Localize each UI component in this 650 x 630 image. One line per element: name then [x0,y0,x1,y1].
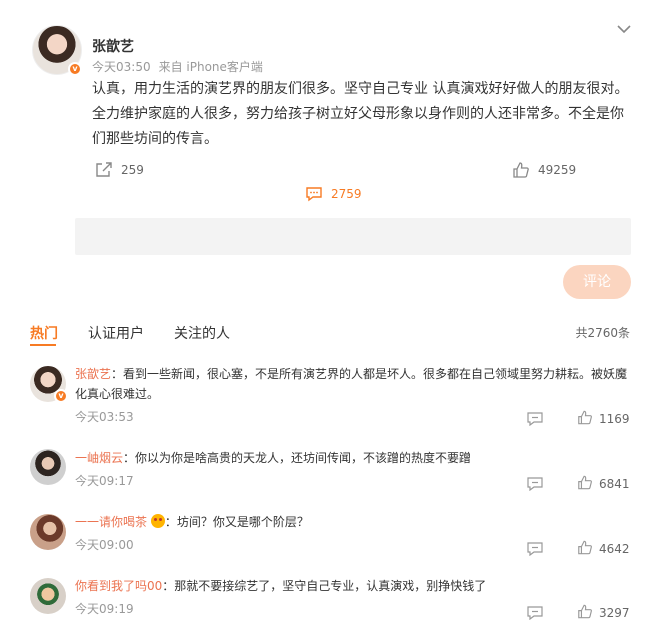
share-icon [95,162,113,178]
comment-total: 共2760条 [575,326,630,340]
comment-icon [305,186,323,202]
comment-body: ：你以为你是啥高贵的天龙人，还坊间传闻，不该蹭的热度不要蹭 [123,451,472,465]
like-icon [512,162,530,178]
post-actions: 259 2759 49259 [0,162,650,202]
comment-time: 今天09:17 [75,474,134,488]
tab-following[interactable]: 关注的人 [174,323,230,343]
comment-time: 今天09:19 [75,602,134,616]
comment-like-button[interactable]: 3297 [577,604,630,622]
tab-hot[interactable]: 热门 [30,323,58,346]
reply-icon[interactable] [527,476,543,492]
share-count: 259 [121,163,144,177]
comment-like-count: 4642 [599,542,630,556]
comment-item: 你看到我了吗00：那就不要接综艺了，坚守自己专业，认真演戏，别挣快钱了 今天09… [0,570,650,630]
chevron-down-icon[interactable] [616,22,632,34]
comment-like-button[interactable]: 6841 [577,475,630,493]
post-source: 来自 iPhone客户端 [158,60,263,74]
comment-text: 一岫烟云：你以为你是啥高贵的天龙人，还坊间传闻，不该蹭的热度不要蹭 [75,448,635,468]
comment-like-count: 3297 [599,606,630,620]
comment-like-button[interactable]: 4642 [577,540,630,558]
comment-text: 张歆艺：看到一些新闻，很心塞，不是所有演艺界的人都是坏人。很多都在自己领域里努力… [75,364,635,404]
comment-like-count: 1169 [599,412,630,426]
avatar[interactable] [30,449,66,485]
reply-icon[interactable] [527,411,543,427]
comment-count: 2759 [331,187,362,201]
avatar[interactable] [30,514,66,550]
like-icon [577,410,593,428]
tab-verified-users[interactable]: 认证用户 [88,323,144,343]
comment-text: 你看到我了吗00：那就不要接综艺了，坚守自己专业，认真演戏，别挣快钱了 [75,576,635,596]
like-icon [577,540,593,558]
author-name[interactable]: 张歆艺 [92,36,134,56]
comment-like-button[interactable]: 1169 [577,410,630,428]
like-count: 49259 [538,163,577,177]
comment-item: 一一请你喝茶 ：坊间？你又是哪个阶层？ 今天09:00 4642 [0,506,650,570]
verified-badge-icon: v [54,389,68,403]
comment-tabs: 热门 认证用户 关注的人 共2760条 [30,323,630,347]
weibo-post: v 张歆艺 今天03:50 来自 iPhone客户端 认真，用力生活的演艺界的朋友… [0,0,650,210]
comment-username[interactable]: 一岫烟云 [75,451,123,465]
comment-text: 一一请你喝茶 ：坊间？你又是哪个阶层？ [75,512,635,532]
post-meta: 今天03:50 来自 iPhone客户端 [92,58,263,75]
reply-icon[interactable] [527,541,543,557]
submit-comment-button[interactable]: 评论 [563,265,631,299]
comment-time: 今天09:00 [75,538,134,552]
verified-badge-icon: v [68,62,82,76]
comment-username[interactable]: 张歆艺 [75,367,111,381]
comment-item: v 张歆艺：看到一些新闻，很心塞，不是所有演艺界的人都是坏人。很多都在自己领域里… [0,360,650,427]
like-icon [577,604,593,622]
comment-username[interactable]: 你看到我了吗00 [75,579,162,593]
like-icon [577,475,593,493]
comment-item: 一岫烟云：你以为你是啥高贵的天龙人，还坊间传闻，不该蹭的热度不要蹭 今天09:1… [0,442,650,506]
comment-time: 今天03:53 [75,410,134,424]
comment-like-count: 6841 [599,477,630,491]
emoji-icon [150,514,165,528]
comment-body: ：那就不要接综艺了，坚守自己专业，认真演戏，别挣快钱了 [162,579,487,593]
post-time[interactable]: 今天03:50 [92,60,151,74]
comment-body: ：坊间？你又是哪个阶层？ [164,515,309,529]
comment-input[interactable] [75,218,631,255]
post-text: 认真，用力生活的演艺界的朋友们很多。坚守自己专业 认真演戏好好做人的朋友很对。全… [92,81,629,147]
avatar[interactable] [30,578,66,614]
comment-body: ：看到一些新闻，很心塞，不是所有演艺界的人都是坏人。很多都在自己领域里努力耕耘。… [75,367,628,401]
share-button[interactable]: 259 [95,162,144,178]
comment-username[interactable]: 一一请你喝茶 [75,515,147,529]
like-button[interactable]: 49259 [512,162,576,178]
reply-icon[interactable] [527,605,543,621]
comment-button[interactable]: 2759 [305,162,650,226]
